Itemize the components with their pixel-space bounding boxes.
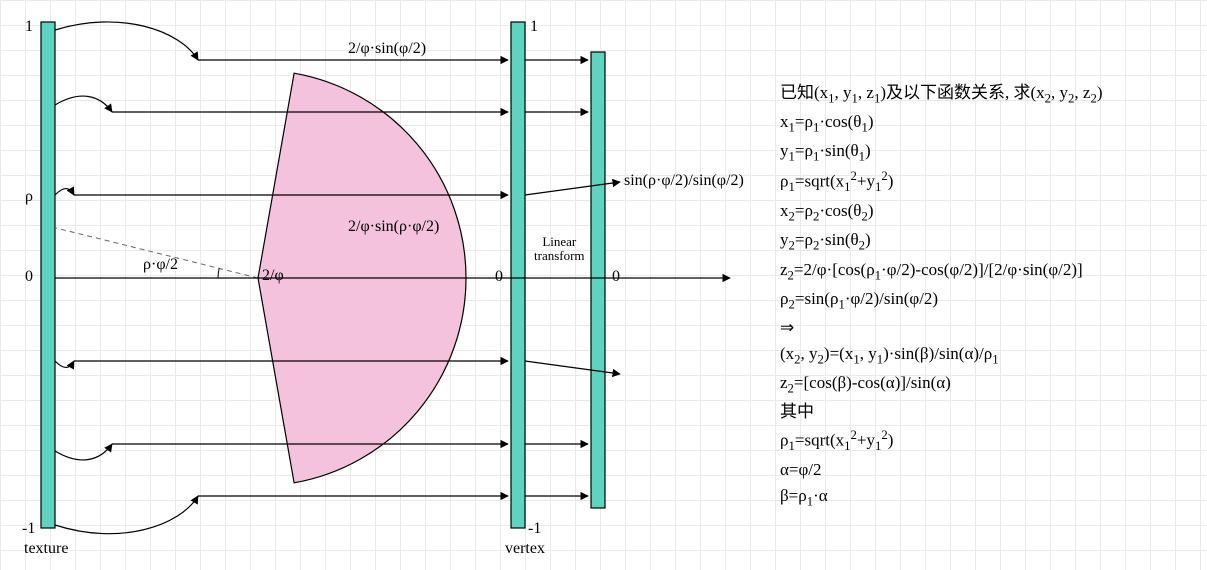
eq-l1: x1=ρ1·cos(θ1) (780, 109, 1200, 138)
eq-l14: β=ρ1·α (780, 483, 1200, 512)
eq-l13: α=φ/2 (780, 457, 1200, 483)
h-arrow-rho-b (525, 182, 620, 195)
h-arrow-m3-b (525, 361, 620, 374)
angle-arc (218, 268, 219, 278)
arrow-rho-label: 2/φ·sin(ρ·φ/2) (348, 218, 439, 236)
eq-h-mid: )及以下函数关系, 求(x (880, 83, 1044, 102)
linear-transform-label: Linear transform (534, 235, 585, 264)
eq-l2: y1=ρ1·sin(θ1) (780, 138, 1200, 167)
mid-zero: 0 (495, 268, 503, 286)
curve-arrow-bot2 (55, 444, 112, 460)
right-zero: 0 (612, 268, 620, 286)
vertex-caption: vertex (505, 540, 545, 558)
eq-l11: 其中 (780, 399, 1200, 425)
curve-arrow-bot1 (55, 496, 198, 534)
curve-arrow-bot3 (55, 361, 74, 367)
left-top-1: 1 (25, 18, 33, 36)
eq-l3: ρ1=sqrt(x12+y12) (780, 167, 1200, 198)
eq-h-pre: 已知(x (780, 83, 828, 102)
curve-arrow-top2 (55, 96, 112, 112)
angle-label: ρ·φ/2 (143, 256, 178, 274)
eq-l5: y2=ρ2·sin(θ2) (780, 227, 1200, 256)
vertex-bar (511, 22, 525, 528)
left-rho: ρ (25, 188, 33, 206)
output-bar (591, 52, 605, 508)
eq-l12: ρ1=sqrt(x12+y12) (780, 426, 1200, 457)
radius-label: 2/φ (262, 267, 284, 285)
eq-l7: ρ2=sin(ρ1·φ/2)/sin(φ/2) (780, 286, 1200, 315)
eq-l8: ⇒ (780, 315, 1200, 341)
eq-l10: z2=[cos(β)-cos(α)]/sin(α) (780, 370, 1200, 399)
texture-caption: texture (24, 540, 68, 558)
eq-l4: x2=ρ2·cos(θ2) (780, 198, 1200, 227)
mid-top-1: 1 (530, 18, 538, 36)
right-result-label: sin(ρ·φ/2)/sin(φ/2) (624, 172, 744, 190)
curve-arrow-top1 (55, 22, 198, 60)
eq-l9: (x2, y2)=(x1, y1)·sin(β)/sin(α)/ρ1 (780, 341, 1200, 370)
eq-l6: z2=2/φ·[cos(ρ1·φ/2)-cos(φ/2)]/[2/φ·sin(φ… (780, 257, 1200, 286)
arrow-top-label: 2/φ·sin(φ/2) (348, 40, 426, 58)
eq-header: 已知(x1, y1, z1)及以下函数关系, 求(x2, y2, z2) (780, 80, 1200, 109)
left-zero: 0 (25, 268, 33, 286)
texture-bar (41, 22, 55, 528)
left-bottom-neg1: -1 (22, 520, 35, 538)
eq-h-end: ) (1097, 83, 1103, 102)
equation-block: 已知(x1, y1, z1)及以下函数关系, 求(x2, y2, z2) x1=… (780, 80, 1200, 512)
curve-arrow-top3 (55, 189, 74, 195)
mid-bottom-neg1: -1 (528, 520, 541, 538)
